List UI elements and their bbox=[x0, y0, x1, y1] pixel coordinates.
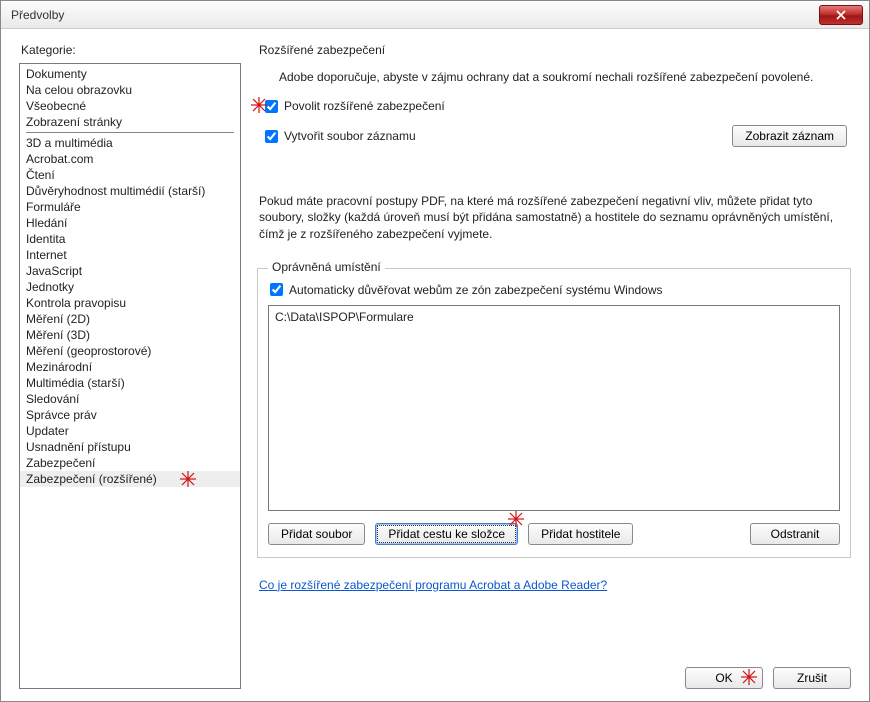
whitelist-intro: Pokud máte pracovní postupy PDF, na kter… bbox=[259, 193, 849, 242]
dialog-footer: OK Zrušit bbox=[257, 649, 851, 689]
add-host-button[interactable]: Přidat hostitele bbox=[528, 523, 633, 545]
category-item[interactable]: Sledování bbox=[20, 391, 240, 407]
create-log-input[interactable] bbox=[265, 130, 278, 143]
category-item[interactable]: Hledání bbox=[20, 215, 240, 231]
category-item[interactable]: Dokumenty bbox=[20, 66, 240, 82]
window-close-button[interactable] bbox=[819, 5, 863, 25]
cancel-button[interactable]: Zrušit bbox=[773, 667, 851, 689]
window-title: Předvolby bbox=[11, 8, 64, 22]
trust-windows-zones-label: Automaticky důvěřovat webům ze zón zabez… bbox=[289, 283, 663, 297]
location-buttons-row: Přidat soubor Přidat cestu ke složce Při… bbox=[268, 523, 840, 545]
category-item[interactable]: Správce práv bbox=[20, 407, 240, 423]
category-item[interactable]: Na celou obrazovku bbox=[20, 82, 240, 98]
category-item[interactable]: Formuláře bbox=[20, 199, 240, 215]
category-item[interactable]: Mezinárodní bbox=[20, 359, 240, 375]
category-item[interactable]: Všeobecné bbox=[20, 98, 240, 114]
category-item[interactable]: JavaScript bbox=[20, 263, 240, 279]
trust-windows-zones-checkbox[interactable]: Automaticky důvěřovat webům ze zón zabez… bbox=[270, 283, 663, 297]
show-log-button[interactable]: Zobrazit záznam bbox=[732, 125, 847, 147]
privileged-locations-fieldset: Oprávněná umístění Automaticky důvěřovat… bbox=[257, 268, 851, 558]
sidebar: Kategorie: DokumentyNa celou obrazovkuVš… bbox=[19, 43, 241, 689]
enable-enhanced-security-checkbox[interactable]: Povolit rozšířené zabezpečení bbox=[265, 99, 445, 113]
category-item[interactable]: Měření (3D) bbox=[20, 327, 240, 343]
panel-heading: Rozšířené zabezpečení bbox=[259, 43, 851, 57]
settings-panel: Rozšířené zabezpečení Adobe doporučuje, … bbox=[257, 43, 851, 689]
category-item[interactable]: 3D a multimédia bbox=[20, 135, 240, 151]
close-icon bbox=[836, 10, 846, 20]
category-item[interactable]: Důvěryhodnost multimédií (starší) bbox=[20, 183, 240, 199]
highlight-star-icon bbox=[180, 471, 196, 487]
category-item[interactable]: Updater bbox=[20, 423, 240, 439]
add-file-button[interactable]: Přidat soubor bbox=[268, 523, 365, 545]
category-item[interactable]: Acrobat.com bbox=[20, 151, 240, 167]
dialog-body: Kategorie: DokumentyNa celou obrazovkuVš… bbox=[1, 29, 869, 701]
panel-intro: Adobe doporučuje, abyste v zájmu ochrany… bbox=[279, 69, 849, 85]
location-entry[interactable]: C:\Data\ISPOP\Formulare bbox=[275, 310, 833, 325]
category-item[interactable]: Internet bbox=[20, 247, 240, 263]
category-item[interactable]: Multimédia (starší) bbox=[20, 375, 240, 391]
enable-enhanced-security-input[interactable] bbox=[265, 100, 278, 113]
locations-listbox[interactable]: C:\Data\ISPOP\Formulare bbox=[268, 305, 840, 511]
category-item[interactable]: Zobrazení stránky bbox=[20, 114, 240, 130]
category-item[interactable]: Usnadnění přístupu bbox=[20, 439, 240, 455]
remove-button[interactable]: Odstranit bbox=[750, 523, 840, 545]
trust-windows-zones-input[interactable] bbox=[270, 283, 283, 296]
add-folder-button[interactable]: Přidat cestu ke složce bbox=[375, 523, 518, 545]
titlebar: Předvolby bbox=[1, 1, 869, 29]
enable-enhanced-security-label: Povolit rozšířené zabezpečení bbox=[284, 99, 445, 113]
category-item[interactable]: Jednotky bbox=[20, 279, 240, 295]
category-separator bbox=[26, 132, 234, 133]
create-log-label: Vytvořit soubor záznamu bbox=[284, 129, 416, 143]
fieldset-legend: Oprávněná umístění bbox=[268, 260, 385, 274]
category-item[interactable]: Měření (geoprostorové) bbox=[20, 343, 240, 359]
category-item[interactable]: Zabezpečení (rozšířené) bbox=[20, 471, 240, 487]
help-link[interactable]: Co je rozšířené zabezpečení programu Acr… bbox=[259, 578, 851, 592]
create-log-checkbox[interactable]: Vytvořit soubor záznamu bbox=[265, 129, 416, 143]
category-item[interactable]: Měření (2D) bbox=[20, 311, 240, 327]
category-item[interactable]: Čtení bbox=[20, 167, 240, 183]
category-item[interactable]: Identita bbox=[20, 231, 240, 247]
category-item[interactable]: Zabezpečení bbox=[20, 455, 240, 471]
category-item[interactable]: Kontrola pravopisu bbox=[20, 295, 240, 311]
ok-button[interactable]: OK bbox=[685, 667, 763, 689]
category-list[interactable]: DokumentyNa celou obrazovkuVšeobecnéZobr… bbox=[19, 63, 241, 689]
sidebar-heading: Kategorie: bbox=[21, 43, 241, 57]
